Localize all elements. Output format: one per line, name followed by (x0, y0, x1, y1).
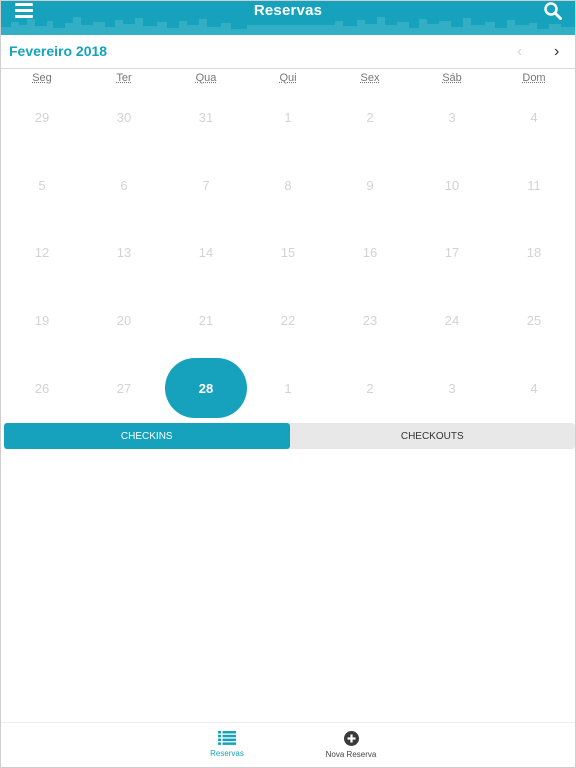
calendar-day[interactable]: 4 (493, 84, 575, 152)
calendar-day[interactable]: 19 (1, 287, 83, 355)
calendar-day[interactable]: 10 (411, 152, 493, 220)
top-bar: Reservas (1, 1, 575, 35)
bottom-tab-bar: Reservas Nova Reserva (1, 722, 575, 767)
calendar-day[interactable]: 30 (83, 84, 165, 152)
calendar-day[interactable]: 8 (247, 152, 329, 220)
previous-month-button[interactable]: ‹ (517, 44, 522, 60)
app-window: Reservas Fevereiro 2018 ‹ › Seg Ter Qua … (0, 0, 576, 768)
calendar-day[interactable]: 29 (1, 84, 83, 152)
calendar-day[interactable]: 12 (1, 219, 83, 287)
calendar-day[interactable]: 18 (493, 219, 575, 287)
calendar-day[interactable]: 7 (165, 152, 247, 220)
tab-nova-reserva-label: Nova Reserva (325, 750, 377, 759)
calendar-day[interactable]: 3 (411, 84, 493, 152)
next-month-button[interactable]: › (554, 44, 559, 60)
calendar-day[interactable]: 4 (493, 354, 575, 422)
search-icon[interactable] (543, 1, 563, 21)
calendar-day[interactable]: 22 (247, 287, 329, 355)
calendar-day[interactable]: 25 (493, 287, 575, 355)
calendar-day[interactable]: 2 (329, 84, 411, 152)
calendar-day[interactable]: 1 (247, 84, 329, 152)
calendar-day[interactable]: 31 (165, 84, 247, 152)
calendar-day[interactable]: 21 (165, 287, 247, 355)
tab-nova-reserva[interactable]: Nova Reserva (311, 731, 391, 759)
calendar-day[interactable]: 11 (493, 152, 575, 220)
calendar-day[interactable]: 20 (83, 287, 165, 355)
calendar-day[interactable]: 24 (411, 287, 493, 355)
checkins-tab[interactable]: CHECKINS (4, 423, 290, 449)
calendar-day[interactable]: 6 (83, 152, 165, 220)
calendar-grid: 29 30 31 1 2 3 4 5 6 7 8 9 10 11 12 13 1… (1, 84, 575, 422)
page-title: Reservas (253, 2, 323, 19)
calendar-day[interactable]: 23 (329, 287, 411, 355)
calendar-day[interactable]: 15 (247, 219, 329, 287)
tab-reservas[interactable]: Reservas (187, 731, 267, 758)
calendar-day[interactable]: 14 (165, 219, 247, 287)
calendar-day[interactable]: 17 (411, 219, 493, 287)
calendar-day[interactable]: 13 (83, 219, 165, 287)
calendar-day[interactable]: 16 (329, 219, 411, 287)
calendar-day[interactable]: 9 (329, 152, 411, 220)
calendar-day-selected[interactable]: 28 (165, 354, 247, 422)
month-header: Fevereiro 2018 ‹ › (1, 35, 575, 69)
calendar-day[interactable]: 1 (247, 354, 329, 422)
add-circle-icon (343, 731, 359, 746)
calendar-day[interactable]: 5 (1, 152, 83, 220)
calendar-day[interactable]: 26 (1, 354, 83, 422)
calendar-day[interactable]: 3 (411, 354, 493, 422)
checkins-checkouts-segment: CHECKINS CHECKOUTS (4, 423, 575, 449)
month-title: Fevereiro 2018 (9, 43, 108, 59)
list-icon (218, 731, 236, 745)
calendar-day[interactable]: 27 (83, 354, 165, 422)
calendar-day[interactable]: 2 (329, 354, 411, 422)
checkouts-tab[interactable]: CHECKOUTS (290, 423, 576, 449)
selected-day-bubble[interactable]: 28 (165, 358, 247, 419)
tab-reservas-label: Reservas (210, 749, 244, 758)
